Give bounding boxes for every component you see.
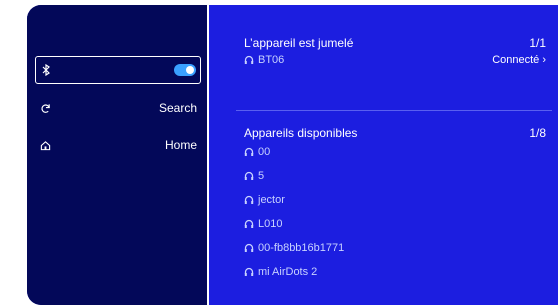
bluetooth-toggle[interactable] — [174, 64, 196, 76]
headphones-icon — [244, 195, 254, 205]
device-name: mi AirDots 2 — [258, 266, 318, 278]
device-name: L010 — [258, 218, 283, 230]
toggle-knob — [186, 66, 194, 74]
device-name: jector — [258, 194, 285, 206]
section-divider — [236, 110, 552, 111]
tv-screen: Search Home L’appareil est jumelé 1/1 BT… — [27, 5, 558, 305]
home-icon — [39, 139, 51, 151]
available-device-row[interactable]: mi AirDots 2 — [244, 266, 546, 278]
available-device-row[interactable]: 5 — [244, 170, 546, 182]
available-device-row[interactable]: jector — [244, 194, 546, 206]
sidebar-item-label: Home — [164, 138, 197, 152]
paired-count: 1/1 — [529, 36, 546, 50]
connection-status: Connecté › — [492, 54, 546, 66]
bluetooth-icon — [40, 64, 52, 76]
paired-title: L’appareil est jumelé — [244, 36, 354, 50]
available-count: 1/8 — [529, 126, 546, 140]
headphones-icon — [244, 147, 254, 157]
paired-device-row[interactable]: BT06 Connecté › — [244, 54, 546, 66]
device-list-panel: L’appareil est jumelé 1/1 BT06 Connecté … — [209, 5, 558, 305]
sidebar-item-label: Search — [158, 101, 197, 115]
sidebar-item-search[interactable]: Search — [35, 96, 201, 120]
headphones-icon — [244, 243, 254, 253]
available-device-row[interactable]: L010 — [244, 218, 546, 230]
bluetooth-toggle-row[interactable] — [35, 56, 201, 84]
device-name: 5 — [258, 170, 265, 182]
available-section-header: Appareils disponibles 1/8 — [244, 126, 546, 140]
device-name: 00-fb8bb16b1771 — [258, 242, 345, 254]
headphones-icon — [244, 267, 254, 277]
available-device-row[interactable]: 00 — [244, 146, 546, 158]
headphones-icon — [244, 55, 254, 65]
headphones-icon — [244, 171, 254, 181]
available-title: Appareils disponibles — [244, 126, 358, 140]
paired-section-header: L’appareil est jumelé 1/1 — [244, 36, 546, 50]
headphones-icon — [244, 219, 254, 229]
sidebar: Search Home — [27, 5, 209, 305]
available-device-row[interactable]: 00-fb8bb16b1771 — [244, 242, 546, 254]
refresh-icon — [39, 102, 51, 114]
device-name: 00 — [258, 146, 271, 158]
sidebar-item-home[interactable]: Home — [35, 133, 201, 157]
device-name: BT06 — [258, 54, 285, 66]
